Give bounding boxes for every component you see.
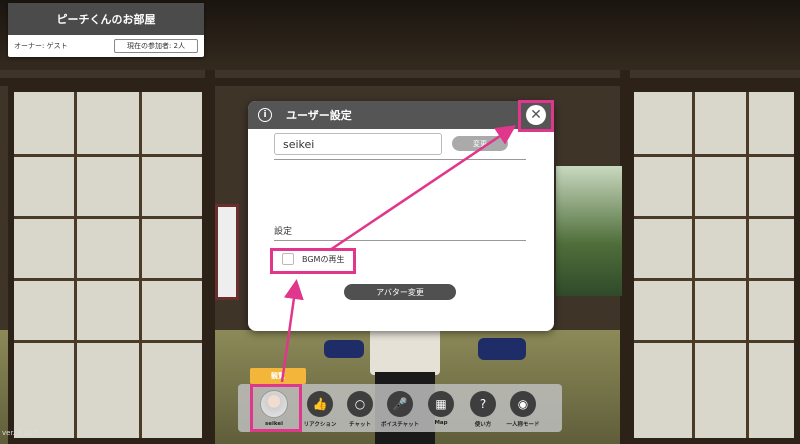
room-info-card: ピーチくんのお部屋 オーナー: ゲスト 現在の参加者: 2人 — [8, 3, 204, 57]
chat-bubble-icon: ○ — [347, 391, 373, 417]
highlight-user-button — [250, 384, 302, 432]
username-input[interactable]: seikei — [274, 133, 442, 155]
upper-beam — [0, 78, 800, 86]
room-title: ピーチくんのお部屋 — [8, 3, 204, 35]
reaction-label: リアクション — [303, 422, 337, 428]
first-person-label: 一人称モード — [506, 422, 540, 428]
chat-label: チャット — [349, 422, 371, 428]
avatar-change-button[interactable]: アバター変更 — [344, 284, 456, 300]
map-icon: ▦ — [428, 391, 454, 417]
highlight-bgm-checkbox — [270, 248, 356, 274]
settings-heading: 設定 — [274, 227, 293, 237]
floor-cushion — [324, 340, 364, 358]
version-label: ver. 1.10.5 — [2, 429, 40, 437]
garden-window — [556, 166, 622, 296]
floor-cushion — [478, 338, 526, 360]
divider — [274, 240, 526, 241]
help-label: 使い方 — [474, 422, 492, 428]
dialog-title: ユーザー設定 — [286, 109, 352, 122]
left-shoji-door — [8, 86, 208, 444]
hanging-scroll — [215, 204, 239, 300]
voice-chat-label: ボイスチャット — [380, 422, 420, 428]
right-shoji-door — [628, 86, 800, 444]
eye-icon: ◉ — [510, 391, 536, 417]
microphone-icon: 🎤 — [387, 391, 413, 417]
change-name-button[interactable]: 変更 — [452, 136, 508, 151]
voice-chat-button[interactable]: 🎤 ボイスチャット — [377, 384, 423, 432]
room-meta: オーナー: ゲスト 現在の参加者: 2人 — [8, 35, 204, 57]
map-button[interactable]: ▦ Map — [418, 384, 464, 432]
left-post — [205, 70, 215, 444]
thumbs-up-icon: 👍 — [307, 391, 333, 417]
map-label: Map — [434, 420, 448, 426]
dialog-header: i ユーザー設定 ✕ — [248, 101, 554, 129]
highlight-close-button — [518, 100, 554, 132]
participant-count[interactable]: 現在の参加者: 2人 — [113, 39, 198, 53]
first-person-mode-button[interactable]: ◉ 一人称モード — [500, 384, 546, 432]
info-icon: i — [258, 108, 272, 122]
user-settings-dialog: i ユーザー設定 ✕ seikei 変更 設定 BGMの再生 アバター変更 — [248, 101, 554, 331]
room-owner: オーナー: ゲスト — [14, 42, 68, 50]
question-icon: ? — [470, 391, 496, 417]
divider — [274, 159, 526, 160]
viewer-badge: 観覧 — [250, 368, 306, 384]
